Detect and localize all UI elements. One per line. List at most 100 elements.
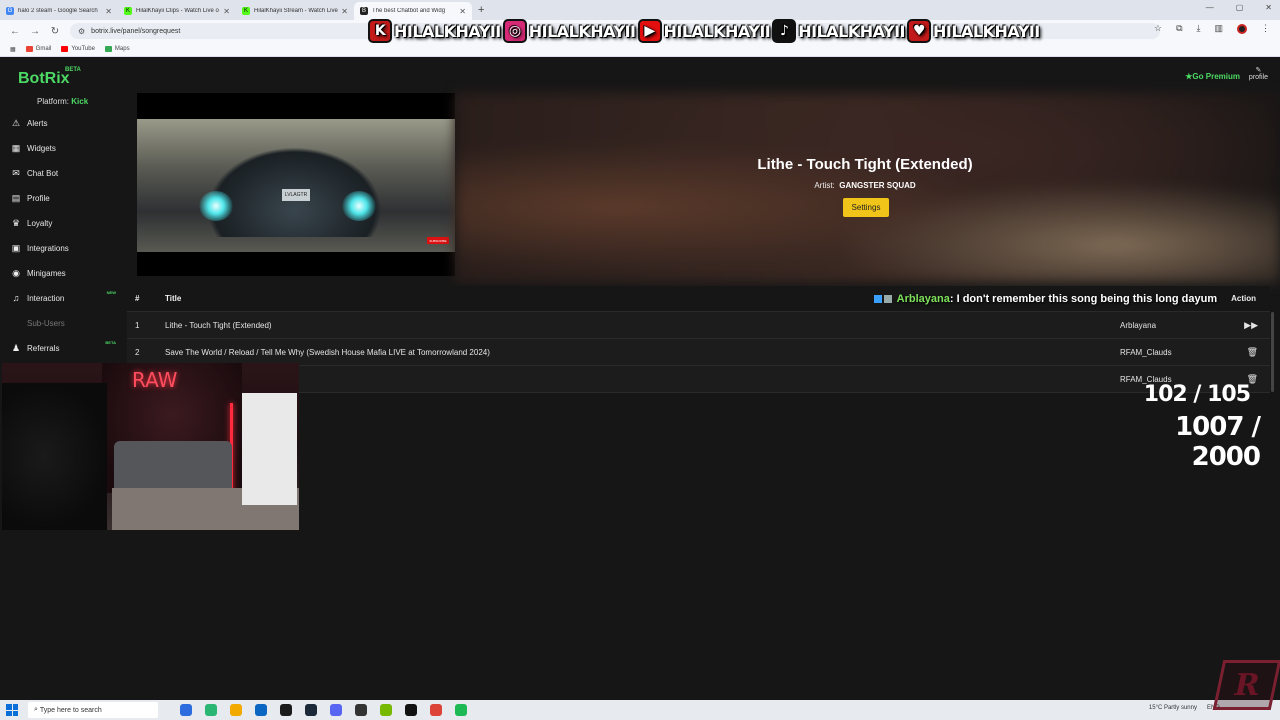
sidebar-item-label: Referrals (27, 343, 60, 353)
sidebar-item-interaction[interactable]: ♫ Interaction NEW (10, 288, 122, 308)
sidebar-item-sub-users[interactable]: Sub-Users (10, 313, 122, 333)
social-handle-twitter: ♥ HILALKHAYII (907, 19, 1040, 43)
close-icon[interactable]: ✕ (223, 7, 230, 16)
apps-icon[interactable]: ▦ (10, 46, 16, 53)
table-row[interactable]: 1 Lithe - Touch Tight (Extended) Arblayana… (127, 312, 1270, 339)
artist-value: GANGSTER SQUAD (839, 181, 916, 190)
taskbar-app-icon[interactable] (305, 704, 317, 716)
social-handle-youtube: ▶ HILALKHAYII (637, 19, 771, 43)
table-scrollbar[interactable] (1271, 312, 1274, 392)
taskbar-app-icon[interactable] (330, 704, 342, 716)
skip-icon[interactable]: ▶▶ (1230, 320, 1270, 331)
browser-tab-3[interactable]: K HilalKhayii Stream - Watch Live ✕ (236, 2, 354, 20)
kick-icon: K (124, 7, 132, 15)
bookmark-youtube[interactable]: YouTube (61, 46, 95, 52)
reload-icon[interactable]: ↻ (50, 26, 60, 37)
bookmark-label: Maps (114, 46, 130, 52)
loyalty-icon: ♛ (11, 217, 21, 228)
table-row[interactable]: 2 Save The World / Reload / Tell Me Why (… (127, 339, 1270, 366)
maximize-icon[interactable]: ▢ (1236, 3, 1244, 12)
profile-icon: ▤ (11, 192, 21, 203)
close-icon[interactable]: ✕ (105, 7, 112, 16)
sidebar-item-label: Interaction (27, 293, 65, 303)
headlight-right (342, 191, 376, 221)
taskbar-app-icon[interactable] (230, 704, 242, 716)
youtube-icon: ▶ (637, 19, 662, 43)
bookmark-star-icon[interactable]: ☆ (1154, 23, 1162, 34)
webcam-overlay: RAW (2, 363, 299, 530)
social-handle-kick: K HILALKHAYII (368, 19, 501, 43)
sidebar-item-minigames[interactable]: ◉ Minigames (10, 263, 122, 283)
social-handle-text: HILALKHAYII (528, 21, 636, 41)
badge-icon (884, 295, 892, 304)
profile-avatar[interactable] (1237, 23, 1247, 34)
tiktok-icon: ♪ (772, 19, 797, 43)
taskbar-search-input[interactable]: ⌕ Type here to search (28, 702, 158, 718)
maps-icon (104, 46, 112, 52)
close-window-icon[interactable]: ✕ (1265, 3, 1272, 12)
taskbar-app-icon[interactable] (430, 704, 442, 716)
alerts-icon: ⚠ (11, 117, 21, 128)
menu-icon[interactable]: ⋮ (1261, 23, 1270, 34)
close-icon[interactable]: ✕ (341, 7, 348, 16)
taskbar-app-icon[interactable] (455, 704, 467, 716)
go-premium-link[interactable]: ★Go Premium (1185, 72, 1240, 81)
taskbar-app-icon[interactable] (180, 704, 192, 716)
minimize-icon[interactable]: — (1206, 3, 1214, 12)
site-info-icon[interactable]: ⚙ (78, 27, 85, 36)
sidebar-item-label: Profile (27, 193, 50, 203)
brand-logo[interactable]: BotRix (18, 70, 70, 88)
sidepanel-icon[interactable]: ▥ (1214, 23, 1223, 34)
kick-icon: K (368, 19, 392, 43)
subscribe-badge[interactable]: SUBSCRIBE (427, 237, 449, 244)
taskbar-app-icon[interactable] (405, 704, 417, 716)
sidebar-item-chat-bot[interactable]: ✉ Chat Bot (10, 163, 122, 183)
channel-logo-watermark: R (1212, 660, 1280, 710)
now-playing-title: Lithe - Touch Tight (Extended) (757, 156, 973, 173)
profile-menu[interactable]: ✎ profile (1249, 66, 1268, 81)
counter-goal: 1007 / 2000 (1175, 412, 1261, 472)
bookmark-gmail[interactable]: Gmail (25, 46, 52, 52)
forward-icon[interactable]: → (30, 26, 40, 37)
browser-tab-1[interactable]: G halo 2 steam - Google Search ✕ (0, 2, 118, 20)
sidebar-item-integrations[interactable]: ▣ Integrations (10, 238, 122, 258)
taskbar-app-icon[interactable] (355, 704, 367, 716)
sidebar-item-alerts[interactable]: ⚠ Alerts (10, 113, 122, 133)
license-plate: LVLAGTR (282, 189, 310, 201)
sidebar-item-profile[interactable]: ▤ Profile (10, 188, 122, 208)
download-icon[interactable]: ⤓ (1197, 23, 1201, 34)
taskbar-app-icon[interactable] (255, 704, 267, 716)
extensions-icon[interactable]: ⧉ (1176, 23, 1182, 34)
beta-badge: BETA (65, 67, 81, 73)
back-icon[interactable]: ← (10, 26, 20, 37)
row-number: 1 (135, 320, 140, 330)
sidebar-item-label: Loyalty (27, 218, 53, 228)
delete-icon[interactable]: 🗑 (1230, 347, 1270, 358)
widgets-icon: ▦ (11, 142, 21, 153)
minigames-icon: ◉ (12, 267, 20, 278)
bookmark-label: Gmail (35, 46, 52, 52)
counter-followers: 102 / 105 (1143, 382, 1251, 407)
video-player[interactable]: LVLAGTR SUBSCRIBE (137, 93, 455, 276)
sidebar-item-referrals[interactable]: ♟ Referrals BETA (10, 338, 122, 358)
taskbar-app-icon[interactable] (205, 704, 217, 716)
sidebar-item-loyalty[interactable]: ♛ Loyalty (10, 213, 122, 233)
bookmark-maps[interactable]: Maps (104, 46, 130, 52)
windows-start-icon[interactable] (6, 704, 18, 716)
windows-taskbar: ⌕ Type here to search 15°C Partly sunny … (0, 700, 1280, 720)
taskbar-app-icon[interactable] (280, 704, 292, 716)
browser-toolbar-icons: ☆ ⧉ ⤓ ▥ ⋮ (1154, 23, 1270, 34)
taskbar-app-icon[interactable] (380, 704, 392, 716)
youtube-icon (61, 46, 69, 52)
sidebar-item-label: Sub-Users (27, 318, 65, 328)
webcam-sofa (114, 441, 232, 491)
url-text: botrix.live/panel/songrequest (91, 27, 181, 35)
sidebar-item-widgets[interactable]: ▦ Widgets (10, 138, 122, 158)
sidebar-item-label: Alerts (27, 118, 48, 128)
requested-by: RFAM_Clauds (1120, 347, 1172, 357)
song-title: Lithe - Touch Tight (Extended) (165, 320, 272, 330)
settings-button[interactable]: Settings (843, 198, 889, 217)
browser-tab-2[interactable]: K HilalKhayii Clips - Watch Live o ✕ (118, 2, 236, 20)
botrix-icon: B (360, 7, 368, 15)
song-title: ive Vocals by Sandro Cavazza) (165, 375, 1120, 384)
